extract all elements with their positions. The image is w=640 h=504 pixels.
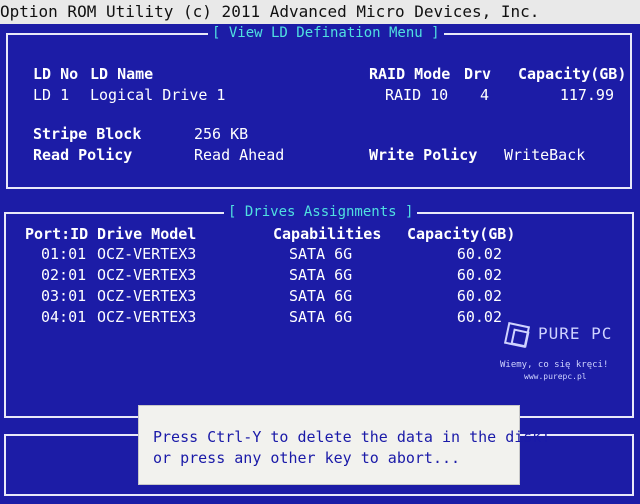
ld-no-value: LD 1 (33, 86, 70, 104)
drives-panel-title: [ Drives Assignments ] (224, 203, 418, 221)
header-drive-capacity: Capacity(GB) (407, 225, 516, 243)
ld-panel-title: [ View LD Defination Menu ] (208, 24, 444, 42)
dialog-message-line2: or press any other key to abort... (153, 449, 461, 467)
drive-capabilities: SATA 6G (289, 287, 353, 305)
drv-value: 4 (480, 86, 490, 104)
purepc-logo-icon (504, 322, 531, 349)
drive-model: OCZ-VERTEX3 (97, 266, 197, 284)
drive-model: OCZ-VERTEX3 (97, 308, 197, 326)
watermark: PURE PC Wiemy, co się kręci! www.purepc.… (500, 318, 611, 382)
delete-confirm-dialog[interactable]: Press Ctrl-Y to delete the data in the d… (138, 405, 550, 485)
header-ld-no: LD No (33, 65, 79, 83)
header-drv: Drv (464, 65, 492, 83)
drive-model: OCZ-VERTEX3 (97, 287, 197, 305)
write-policy-label: Write Policy (369, 146, 478, 164)
header-raid-mode: RAID Mode (369, 65, 451, 83)
write-policy-value: WriteBack (504, 146, 586, 164)
capacity-value: 117.99 (559, 86, 614, 104)
drive-capabilities: SATA 6G (289, 245, 353, 263)
header-port-id: Port:ID (25, 225, 89, 243)
drive-capacity: 60.02 (456, 245, 502, 263)
read-policy-label: Read Policy (33, 146, 133, 164)
drive-capacity: 60.02 (456, 308, 502, 326)
read-policy-value: Read Ahead (194, 146, 285, 164)
drive-port-id: 03:01 (41, 287, 87, 305)
header-drive-model: Drive Model (97, 225, 197, 243)
ld-definition-panel: [ View LD Defination Menu ] LD No LD Nam… (6, 24, 632, 189)
header-ld-name: LD Name (90, 65, 154, 83)
window-title-bar: Option ROM Utility (c) 2011 Advanced Mic… (0, 0, 640, 24)
stripe-block-value: 256 KB (194, 125, 249, 143)
drive-capacity: 60.02 (456, 287, 502, 305)
window-title: Option ROM Utility (c) 2011 Advanced Mic… (0, 2, 540, 21)
drive-capacity: 60.02 (456, 266, 502, 284)
raid-mode-value: RAID 10 (385, 86, 449, 104)
header-capabilities: Capabilities (273, 225, 382, 243)
drive-port-id: 04:01 (41, 308, 87, 326)
header-capacity: Capacity(GB) (518, 65, 627, 83)
watermark-tagline: Wiemy, co się kręci! (500, 360, 609, 370)
drive-port-id: 01:01 (41, 245, 87, 263)
drive-port-id: 02:01 (41, 266, 87, 284)
dialog-message-line1: Press Ctrl-Y to delete the data in the d… (153, 428, 551, 446)
drives-assignments-panel: [ Drives Assignments ] Port:ID Drive Mod… (4, 203, 634, 418)
stripe-block-label: Stripe Block (33, 125, 142, 143)
drive-capabilities: SATA 6G (289, 266, 353, 284)
drive-capabilities: SATA 6G (289, 308, 353, 326)
ld-name-value: Logical Drive 1 (90, 86, 226, 104)
watermark-brand: PURE PC (538, 324, 613, 343)
watermark-url: www.purepc.pl (524, 372, 587, 381)
drive-model: OCZ-VERTEX3 (97, 245, 197, 263)
